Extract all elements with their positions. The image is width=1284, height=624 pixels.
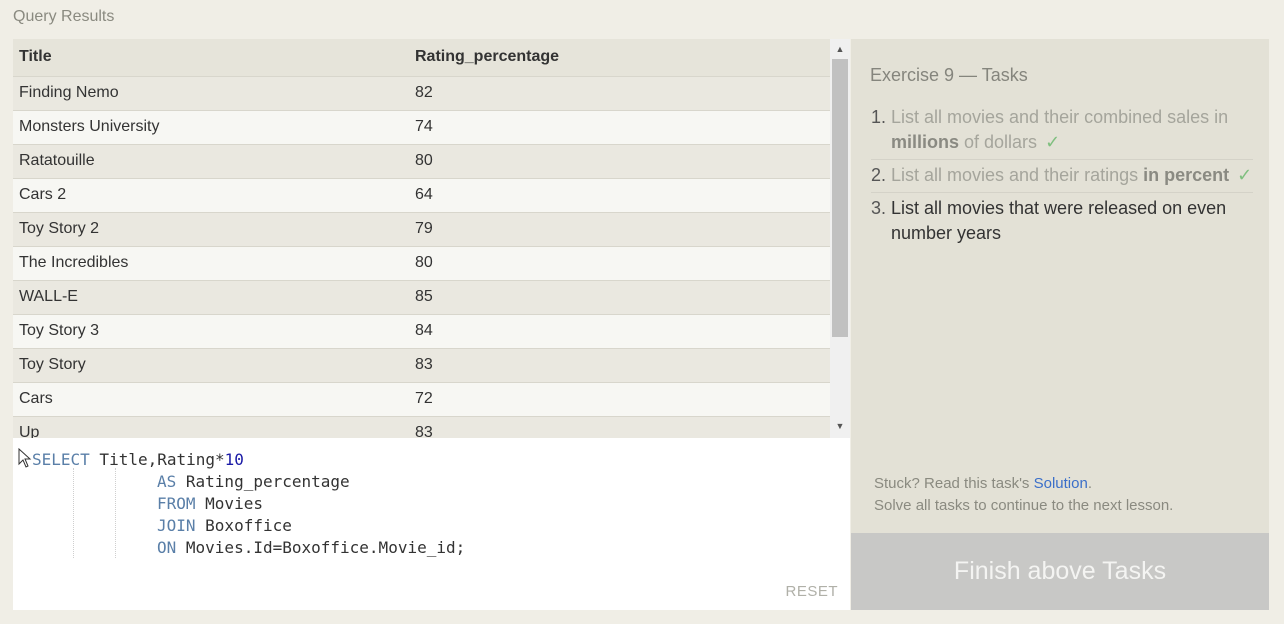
table-row: Cars 2 64 <box>13 177 830 212</box>
table-row: Toy Story 83 <box>13 347 830 382</box>
cell-rating-percentage: 72 <box>409 381 830 416</box>
table-row: Toy Story 2 79 <box>13 211 830 246</box>
scroll-thumb[interactable] <box>832 59 848 337</box>
sql-text: Movies.Id=Boxoffice.Movie_id; <box>176 538 466 557</box>
task-number: 1. <box>871 107 887 127</box>
solution-link[interactable]: Solution <box>1034 475 1088 492</box>
cell-rating-percentage: 80 <box>409 245 830 280</box>
query-results-panel: Title Rating_percentage Finding Nemo 82 Mo… <box>13 39 850 438</box>
sql-keyword: JOIN <box>157 516 196 535</box>
cell-title: Toy Story 3 <box>13 313 409 348</box>
code-line-4: JOIN Boxoffice <box>157 515 292 537</box>
sql-keyword: AS <box>157 472 177 491</box>
stuck-suffix: . <box>1087 475 1092 492</box>
code-line-1: SELECT Title,Rating*10 <box>32 449 244 471</box>
stuck-hint: Stuck? Read this task's Solution. Solve … <box>874 473 1173 517</box>
checkmark-icon: ✓ <box>1045 132 1061 152</box>
table-row: Ratatouille 80 <box>13 143 830 178</box>
task-number: 2. <box>871 165 887 185</box>
sql-text: Rating_percentage <box>176 472 350 491</box>
mouse-cursor-icon <box>18 448 32 468</box>
cell-title: Monsters University <box>13 109 409 144</box>
table-row: Monsters University 74 <box>13 109 830 144</box>
sql-number: 10 <box>224 450 244 469</box>
task-text-emphasis: in percent <box>1143 165 1230 185</box>
cell-rating-percentage: 82 <box>409 75 830 110</box>
cell-rating-percentage: 83 <box>409 347 830 382</box>
task-text-part: of dollars <box>959 132 1038 152</box>
table-row: Cars 72 <box>13 381 830 416</box>
continue-text: Solve all tasks to continue to the next … <box>874 497 1174 514</box>
code-line-2: AS Rating_percentage <box>157 471 350 493</box>
code-line-3: FROM Movies <box>157 493 263 515</box>
cell-title: Ratatouille <box>13 143 409 178</box>
results-table: Title Rating_percentage Finding Nemo 82 Mo… <box>13 39 830 438</box>
stuck-prefix: Stuck? Read this task's <box>874 475 1034 492</box>
column-header-title: Title <box>13 39 409 76</box>
cell-title: WALL-E <box>13 279 409 314</box>
indent-guide <box>115 468 116 558</box>
table-row: WALL-E 85 <box>13 279 830 314</box>
results-body: Finding Nemo 82 Monsters University 74 Ratat… <box>13 75 830 438</box>
task-text-emphasis: millions <box>891 132 960 152</box>
checkmark-icon: ✓ <box>1237 165 1253 185</box>
cell-title: Cars <box>13 381 409 416</box>
column-header-rating-percentage: Rating_percentage <box>409 39 830 76</box>
task-item: 3. List all movies that were released on … <box>871 193 1253 250</box>
scroll-down-arrow-icon[interactable]: ▼ <box>830 416 850 436</box>
task-list: 1. List all movies and their combined sal… <box>871 102 1253 250</box>
cell-title: Up <box>13 415 409 438</box>
tasks-title: Exercise 9 — Tasks <box>870 65 1028 85</box>
task-number: 3. <box>871 198 887 218</box>
cell-rating-percentage: 74 <box>409 109 830 144</box>
tasks-panel: Exercise 9 — Tasks 1. List all movies and… <box>851 39 1269 610</box>
task-text: List all movies and their combined sales… <box>891 105 1253 155</box>
task-text: List all movies that were released on ev… <box>891 196 1253 246</box>
sql-text: Boxoffice <box>195 516 292 535</box>
sql-editor[interactable]: SELECT Title,Rating*10 AS Rating_percent… <box>13 438 850 610</box>
task-item: 1. List all movies and their combined sal… <box>871 102 1253 160</box>
task-item: 2. List all movies and their ratings in p… <box>871 160 1253 193</box>
cell-rating-percentage: 64 <box>409 177 830 212</box>
task-text: List all movies and their ratings in per… <box>891 163 1252 188</box>
code-line-5: ON Movies.Id=Boxoffice.Movie_id; <box>157 537 465 559</box>
task-text-part: List all movies and their combined sales… <box>891 107 1229 127</box>
cell-rating-percentage: 79 <box>409 211 830 246</box>
cell-rating-percentage: 85 <box>409 279 830 314</box>
cell-title: Cars 2 <box>13 177 409 212</box>
table-row: Up 83 <box>13 415 830 438</box>
cell-title: Toy Story <box>13 347 409 382</box>
table-row: Finding Nemo 82 <box>13 75 830 110</box>
results-table-wrap[interactable]: Title Rating_percentage Finding Nemo 82 Mo… <box>13 39 830 438</box>
sql-keyword: FROM <box>157 494 196 513</box>
sql-text: Movies <box>195 494 263 513</box>
table-row: The Incredibles 80 <box>13 245 830 280</box>
cell-title: Toy Story 2 <box>13 211 409 246</box>
task-text-part: List all movies and their ratings <box>891 165 1144 185</box>
cell-rating-percentage: 80 <box>409 143 830 178</box>
sql-keyword: ON <box>157 538 177 557</box>
cell-rating-percentage: 84 <box>409 313 830 348</box>
cell-title: Finding Nemo <box>13 75 409 110</box>
scroll-up-arrow-icon[interactable]: ▲ <box>830 39 850 59</box>
table-row: Toy Story 3 84 <box>13 313 830 348</box>
cell-title: The Incredibles <box>13 245 409 280</box>
task-text-part: List all movies that were released on ev… <box>891 198 1227 243</box>
sql-text: Title,Rating* <box>89 450 225 469</box>
reset-button[interactable]: RESET <box>785 583 838 600</box>
sql-keyword: SELECT <box>32 450 90 469</box>
query-results-label: Query Results <box>13 8 115 25</box>
table-header-row: Title Rating_percentage <box>13 39 830 76</box>
finish-tasks-button[interactable]: Finish above Tasks <box>851 533 1269 610</box>
results-scrollbar[interactable]: ▲ ▼ <box>830 39 850 438</box>
indent-guide <box>73 468 74 558</box>
cell-rating-percentage: 83 <box>409 415 830 438</box>
